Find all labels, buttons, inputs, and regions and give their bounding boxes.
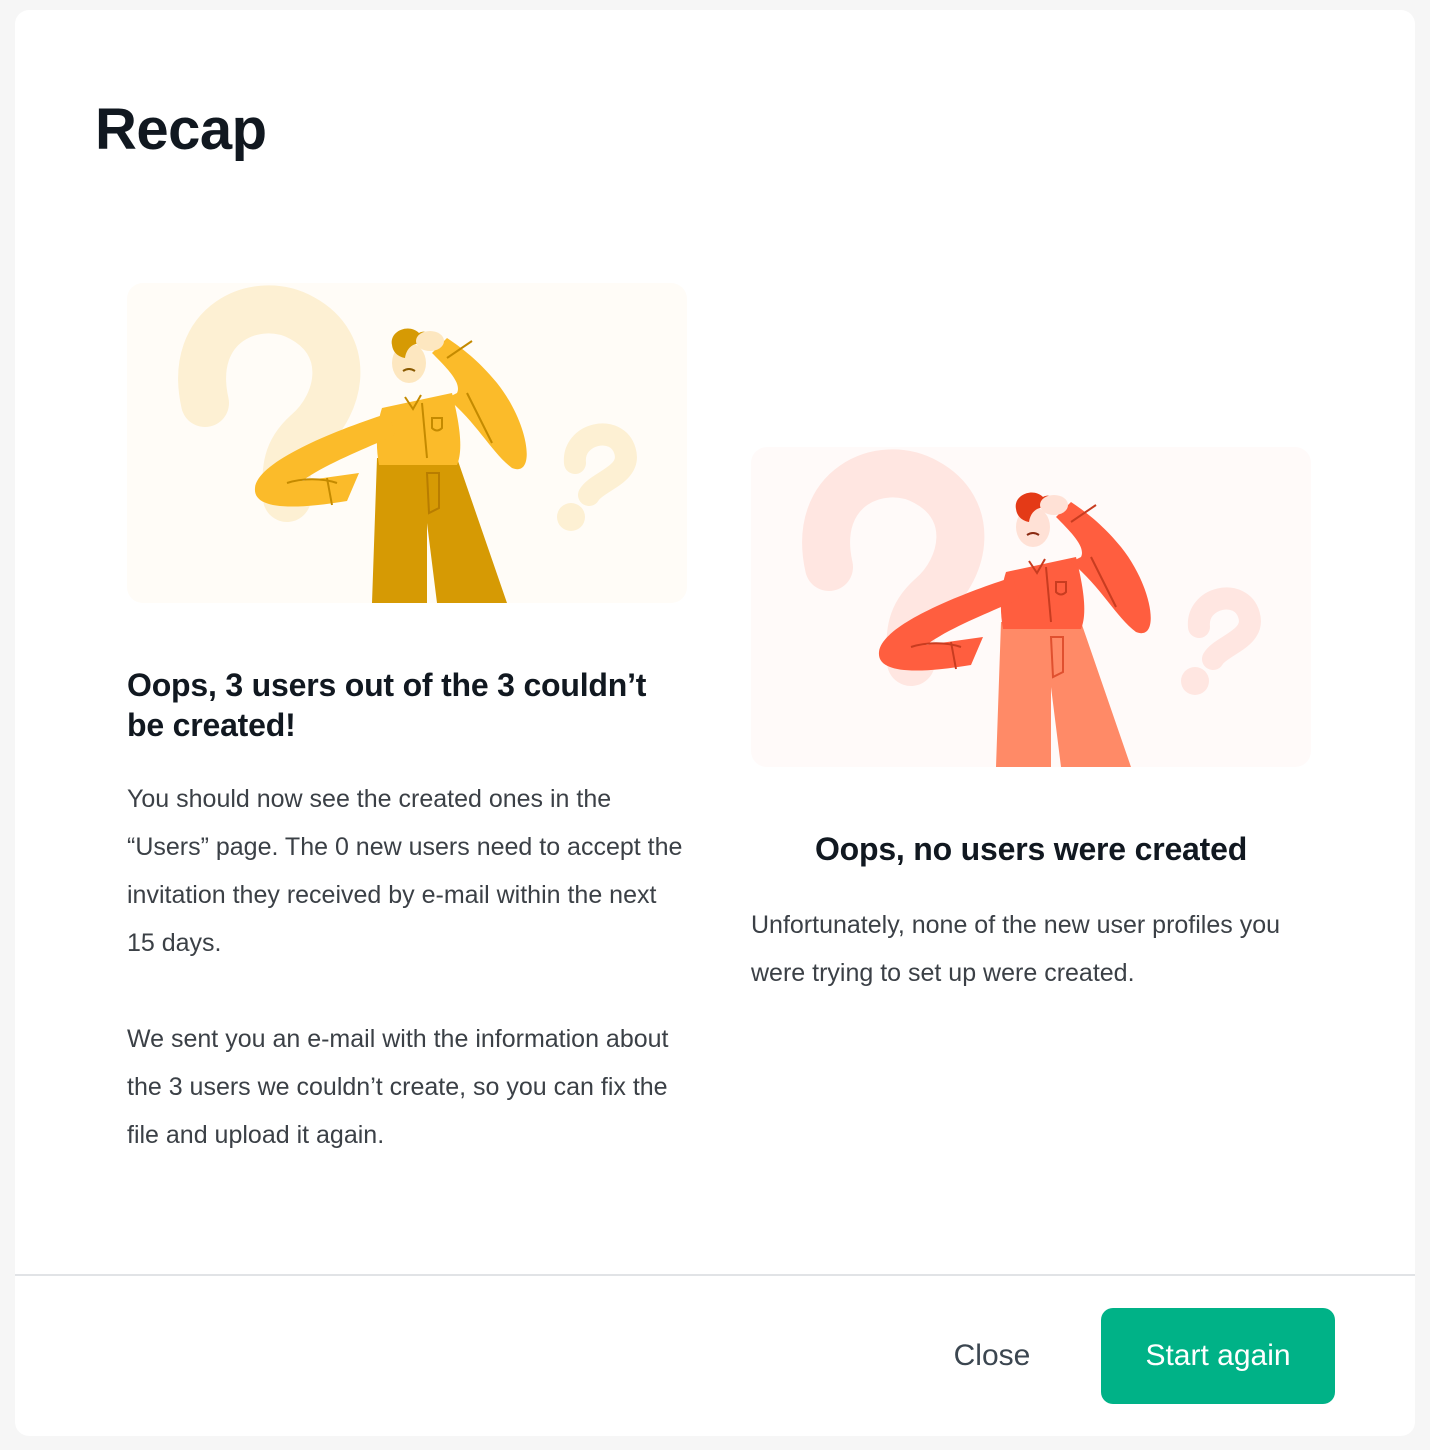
- no-users-created-card: Oops, no users were created Unfortunatel…: [751, 447, 1311, 997]
- card-paragraph: Unfortunately, none of the new user prof…: [751, 911, 1281, 987]
- dialog-title: Recap: [95, 97, 267, 162]
- recap-dialog: Recap Oops, 3 users out of the 3 couldn’…: [15, 10, 1415, 1436]
- confused-person-yellow-illustration: [127, 283, 687, 603]
- card-paragraph: We sent you an e-mail with the informati…: [127, 1025, 669, 1149]
- footer-divider: [15, 1274, 1415, 1276]
- close-button[interactable]: Close: [927, 1308, 1057, 1404]
- card-heading: Oops, no users were created: [814, 831, 1248, 867]
- card-heading: Oops, 3 users out of the 3 couldn’t be c…: [127, 667, 647, 743]
- confused-person-red-illustration: [751, 447, 1311, 767]
- partial-failure-card: Oops, 3 users out of the 3 couldn’t be c…: [127, 283, 687, 1159]
- card-paragraph: You should now see the created ones in t…: [127, 785, 683, 957]
- start-again-button[interactable]: Start again: [1101, 1308, 1335, 1404]
